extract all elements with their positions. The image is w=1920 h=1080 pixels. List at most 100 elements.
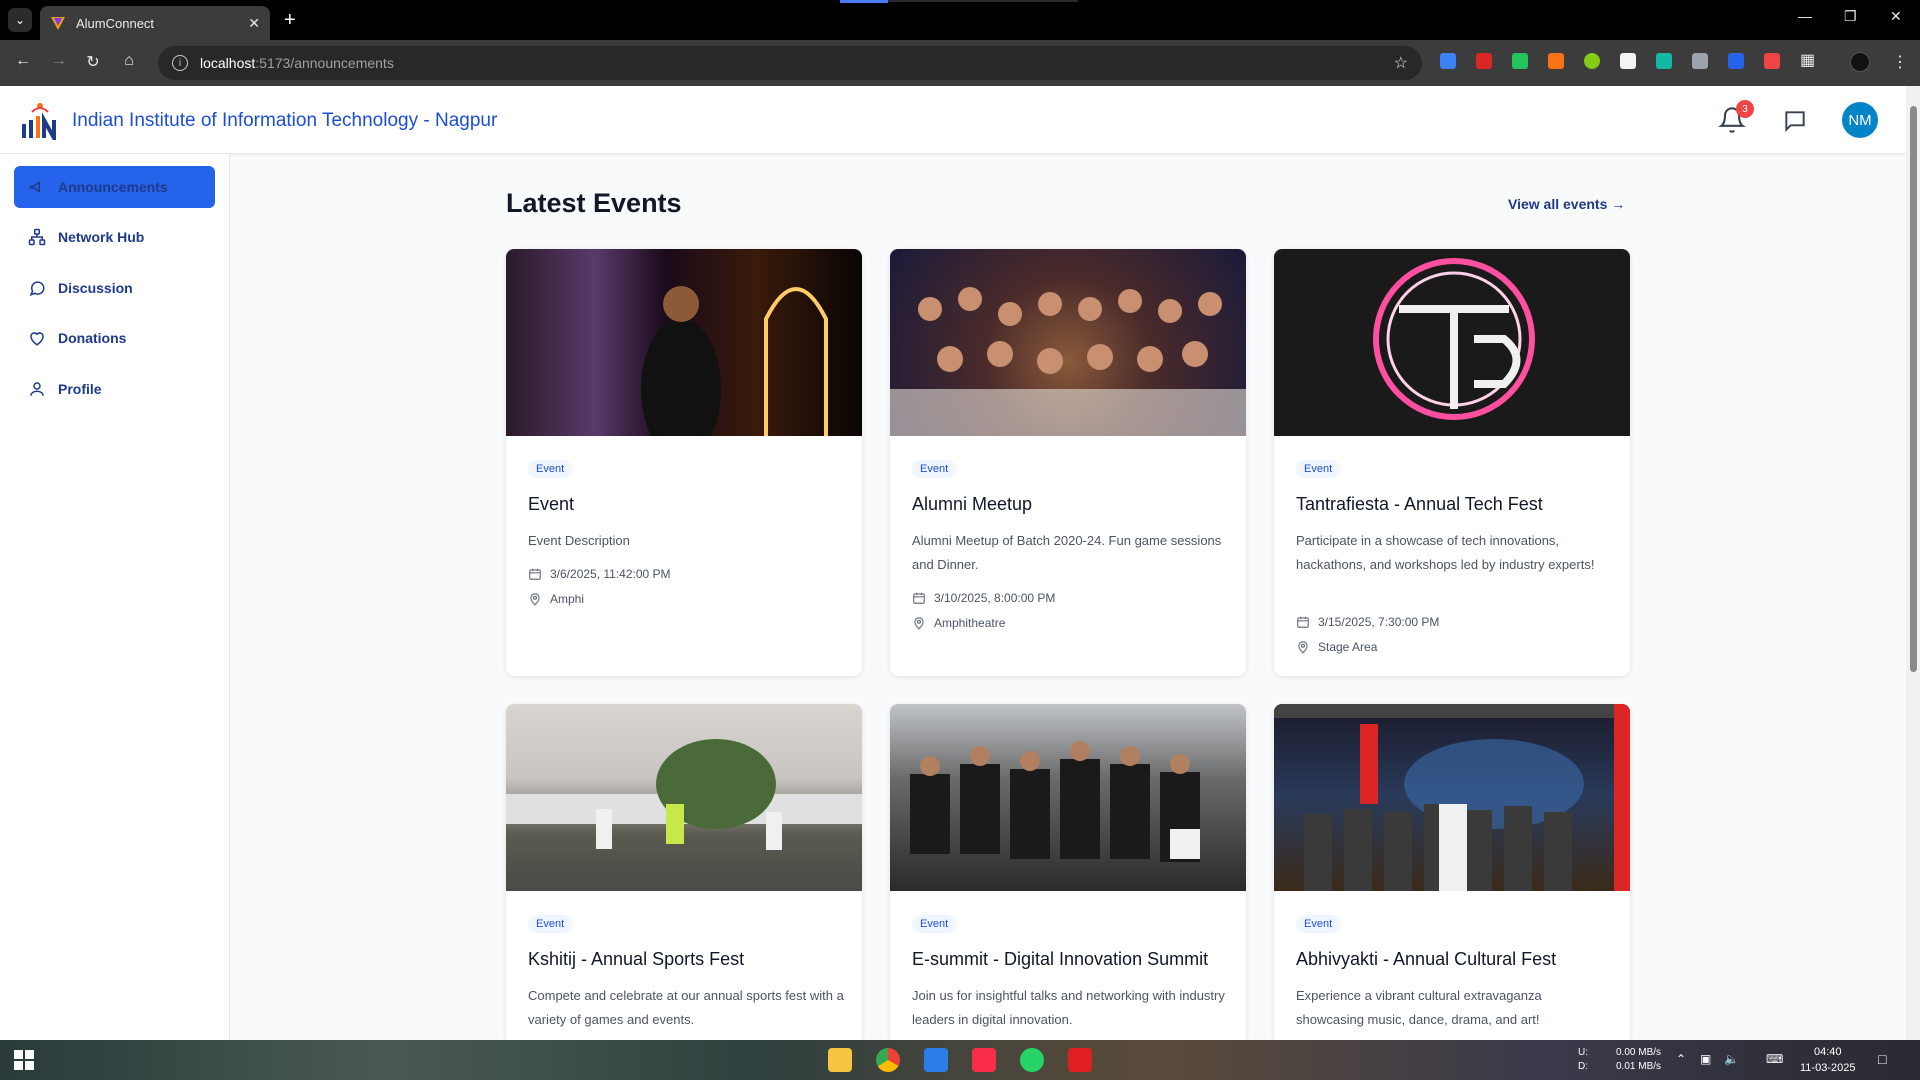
page-title: Latest Events <box>506 188 682 218</box>
back-button[interactable]: ← <box>12 52 34 70</box>
sidebar-item-donations[interactable]: Donations <box>14 317 215 359</box>
event-card[interactable]: Event Kshitij - Annual Sports Fest Compe… <box>506 704 862 1044</box>
event-description: Compete and celebrate at our annual spor… <box>528 988 844 1027</box>
extension-icon[interactable] <box>1548 53 1564 69</box>
network-speed-values: 0.00 MB/s 0.01 MB/s <box>1616 1046 1661 1074</box>
event-card[interactable]: Event Alumni Meetup Alumni Meetup of Bat… <box>890 249 1246 676</box>
tab-close-icon[interactable]: ✕ <box>248 15 260 32</box>
event-card[interactable]: Event Abhivyakti - Annual Cultural Fest … <box>1274 704 1630 1044</box>
new-tab-button[interactable]: + <box>284 8 296 32</box>
user-icon <box>30 382 44 396</box>
windows-start-icon[interactable] <box>14 1050 34 1070</box>
clock-time: 04:40 <box>1813 1046 1842 1058</box>
extension-icon[interactable] <box>1728 53 1744 69</box>
network-speed-labels: U: D: <box>1578 1046 1588 1074</box>
event-location-text: Stage Area <box>1318 640 1378 654</box>
calendar-icon <box>913 592 925 604</box>
tab-indicator <box>840 0 888 3</box>
keyboard-icon[interactable]: ⌨ <box>1766 1052 1783 1066</box>
file-explorer-icon[interactable] <box>828 1048 852 1072</box>
extension-icon[interactable] <box>1476 53 1492 69</box>
site-info-icon[interactable]: i <box>172 55 188 71</box>
sidebar-item-label: Donations <box>58 330 127 346</box>
institute-name[interactable]: Indian Institute of Information Technolo… <box>72 110 497 132</box>
browser-menu-icon[interactable]: ⋮ <box>1892 52 1908 72</box>
bookmark-star-icon[interactable]: ☆ <box>1394 53 1408 73</box>
reload-button[interactable]: ↻ <box>82 52 104 72</box>
windows-taskbar: U: D: 0.00 MB/s 0.01 MB/s ⌃ ▣ 🔈 ⌨ 04:40 … <box>0 1040 1920 1080</box>
event-tag: Event <box>528 915 573 933</box>
event-description: Join us for insightful talks and network… <box>912 988 1225 1027</box>
messages-icon[interactable] <box>1782 108 1808 134</box>
home-button[interactable]: ⌂ <box>118 52 140 70</box>
event-tag: Event <box>528 460 573 478</box>
extension-icon[interactable] <box>1764 53 1780 69</box>
event-tag: Event <box>912 460 957 478</box>
net-up-value: 0.00 MB/s <box>1616 1047 1662 1058</box>
extension-icon[interactable] <box>1512 53 1528 69</box>
event-photo-illustration <box>506 739 862 850</box>
sidebar-item-profile[interactable]: Profile <box>14 368 215 410</box>
notification-count-badge: 3 <box>1736 100 1754 118</box>
extension-icon[interactable] <box>1440 53 1456 69</box>
volume-icon[interactable]: 🔈 <box>1724 1052 1739 1066</box>
event-card[interactable]: Event Event Event Description 3/6/2025, … <box>506 249 862 676</box>
event-photo-illustration <box>1274 704 1630 891</box>
network-icon[interactable]: ▣ <box>1700 1052 1711 1066</box>
alumconnect-favicon-icon <box>51 17 65 30</box>
sidebar-item-label: Network Hub <box>58 229 145 245</box>
event-datetime-text: 3/10/2025, 8:00:00 PM <box>934 591 1056 605</box>
user-avatar[interactable]: NM <box>1842 102 1878 138</box>
event-tag: Event <box>1296 460 1341 478</box>
event-location-text: Amphitheatre <box>934 616 1006 630</box>
pdf-reader-icon[interactable] <box>1068 1048 1092 1072</box>
notifications-center-icon[interactable]: □ <box>1878 1052 1886 1066</box>
map-pin-icon <box>530 593 540 606</box>
clock-date: 11-03-2025 <box>1800 1062 1856 1074</box>
sidebar-item-label: Discussion <box>58 280 133 296</box>
whatsapp-icon[interactable] <box>1020 1048 1044 1072</box>
event-photo-illustration <box>910 741 1200 862</box>
event-description: Experience a vibrant cultural extravagan… <box>1296 988 1542 1027</box>
extension-icon[interactable] <box>1692 53 1708 69</box>
tab-indicator-track <box>888 0 1078 2</box>
event-tag: Event <box>912 915 957 933</box>
event-location-text: Amphi <box>550 592 585 606</box>
tab-search-button[interactable]: ⌄ <box>8 8 32 32</box>
system-clock[interactable]: 04:40 11-03-2025 <box>1800 1044 1855 1076</box>
view-all-label: View all events <box>1508 196 1608 212</box>
tray-chevron-icon[interactable]: ⌃ <box>1676 1052 1686 1066</box>
browser-toolbar: ← → ↻ ⌂ i localhost:5173/announcements ☆… <box>0 40 1920 86</box>
browser-profile-avatar[interactable] <box>1850 52 1870 72</box>
event-title: Tantrafiesta - Annual Tech Fest <box>1296 494 1543 514</box>
extension-icon[interactable] <box>1584 53 1600 69</box>
event-card[interactable]: Event E-summit - Digital Innovation Summ… <box>890 704 1246 1044</box>
forward-button[interactable]: → <box>48 52 70 70</box>
chrome-icon[interactable] <box>876 1048 900 1072</box>
view-all-events-link[interactable]: View all events → <box>1508 196 1625 212</box>
browser-tab[interactable]: AlumConnect ✕ <box>40 6 270 40</box>
event-card[interactable]: Event Tantrafiesta - Annual Tech Fest Pa… <box>1274 249 1630 676</box>
restore-button[interactable]: ❐ <box>1844 8 1857 25</box>
address-bar[interactable]: i localhost:5173/announcements ☆ <box>158 46 1422 80</box>
event-location: Amphi <box>528 592 584 606</box>
minimize-button[interactable]: — <box>1798 8 1812 24</box>
extensions-puzzle-icon[interactable]: ▦ <box>1800 50 1815 70</box>
music-app-icon[interactable] <box>972 1048 996 1072</box>
iiitn-logo <box>22 103 56 140</box>
event-image <box>890 249 1246 436</box>
page-scrollbar-thumb[interactable] <box>1910 106 1917 672</box>
calendar-icon <box>1297 616 1309 628</box>
network-icon <box>28 228 46 246</box>
close-window-button[interactable]: ✕ <box>1890 8 1902 25</box>
extension-icon[interactable] <box>1620 53 1636 69</box>
arrow-right-icon: → <box>1611 196 1626 212</box>
extension-icon[interactable] <box>1656 53 1672 69</box>
sidebar-item-label: Profile <box>58 381 102 397</box>
sidebar-item-announcements[interactable]: Announcements <box>14 166 215 208</box>
sidebar-item-discussion[interactable]: Discussion <box>14 267 215 309</box>
vscode-icon[interactable] <box>924 1048 948 1072</box>
chat-bubble-icon <box>29 281 45 297</box>
sidebar-item-network-hub[interactable]: Network Hub <box>14 216 215 258</box>
event-image <box>506 249 862 436</box>
